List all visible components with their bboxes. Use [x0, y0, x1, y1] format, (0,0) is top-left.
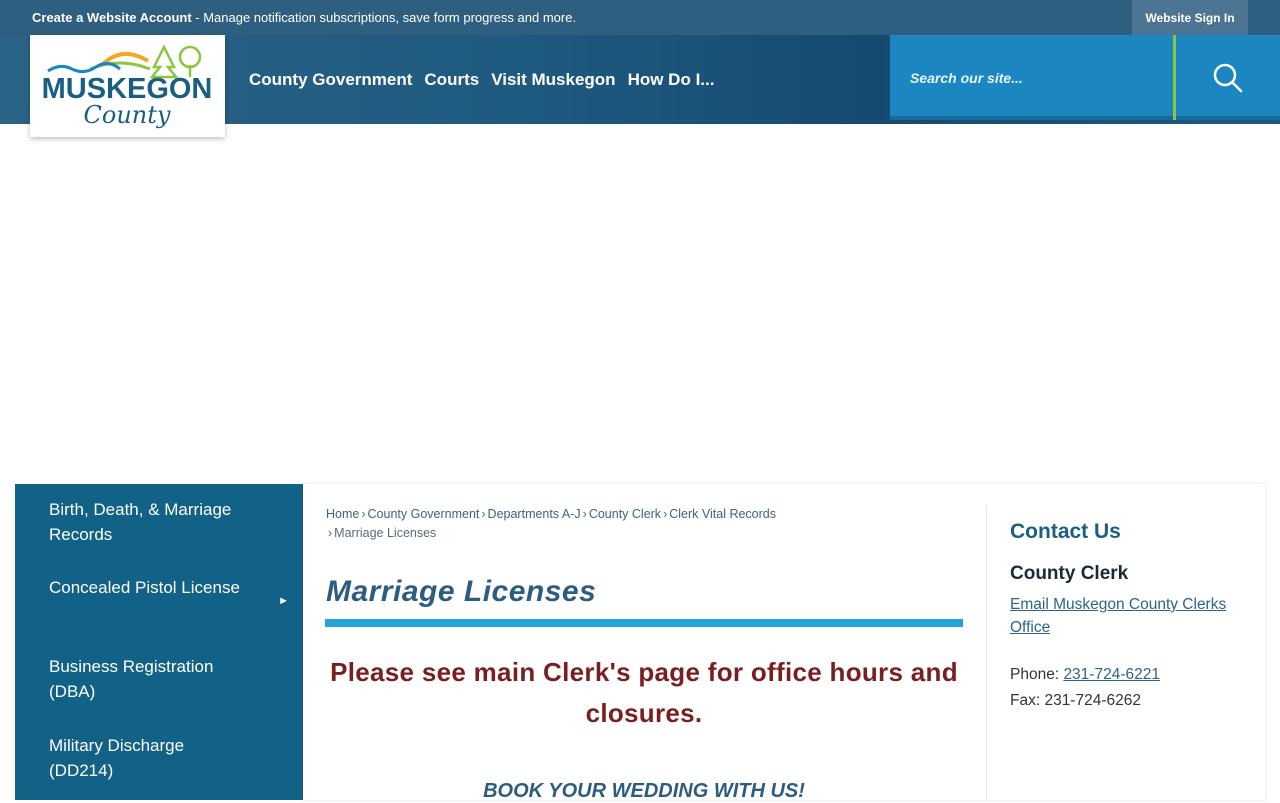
contact-email-link[interactable]: Email Muskegon County Clerks Office	[1010, 593, 1230, 639]
sidebar-item-birth-death-marriage-records[interactable]: Birth, Death, & Marriage Records	[15, 497, 303, 547]
nav-county-government[interactable]: County Government	[249, 70, 412, 90]
breadcrumb-home[interactable]: Home	[326, 507, 359, 521]
breadcrumb-county-clerk[interactable]: County Clerk	[589, 507, 661, 521]
contact-name: County Clerk	[1010, 563, 1129, 584]
breadcrumb-current: Marriage Licenses	[334, 526, 437, 540]
sign-in-button[interactable]: Website Sign In	[1132, 0, 1248, 35]
section-sidebar-menu: Birth, Death, & Marriage Records Conceal…	[15, 484, 303, 800]
search-input[interactable]	[890, 35, 1173, 120]
sidebar-item-label: Concealed Pistol License	[49, 578, 240, 597]
breadcrumb-clerk-vital-records[interactable]: Clerk Vital Records	[669, 507, 776, 521]
nav-courts[interactable]: Courts	[424, 70, 479, 90]
search-bar	[890, 35, 1280, 120]
title-underline	[325, 619, 963, 627]
breadcrumb: Home › County Government › Departments A-J › C…	[326, 505, 846, 543]
contact-heading: Contact Us	[1010, 520, 1121, 543]
muskegon-county-logo-graphic: MUSKEGON County	[42, 44, 212, 129]
breadcrumb-separator: ›	[361, 507, 366, 521]
search-icon	[1213, 63, 1243, 92]
page-title: Marriage Licenses	[326, 575, 597, 608]
main-navigation: County Government Courts Visit Muskegon …	[249, 35, 726, 124]
office-hours-notice: Please see main Clerk's page for office …	[330, 657, 958, 728]
create-account-link[interactable]: Create a Website Account - Manage notifi…	[32, 10, 576, 25]
breadcrumb-separator: ›	[582, 507, 587, 521]
sidebar-item-military-discharge[interactable]: Military Discharge (DD214)	[15, 733, 303, 783]
submenu-arrow-icon[interactable]: ►	[278, 589, 289, 614]
nav-visit-muskegon[interactable]: Visit Muskegon	[491, 70, 615, 90]
breadcrumb-county-government[interactable]: County Government	[368, 507, 480, 521]
contact-fax: Fax: 231-724-6262	[1010, 692, 1141, 709]
breadcrumb-separator: ›	[663, 507, 668, 521]
search-button[interactable]	[1176, 35, 1280, 120]
top-utility-bar: Create a Website Account - Manage notifi…	[0, 0, 1280, 35]
sidebar-item-business-registration[interactable]: Business Registration (DBA)	[15, 654, 303, 704]
nav-how-do-i[interactable]: How Do I...	[628, 70, 715, 90]
breadcrumb-departments[interactable]: Departments A-J	[488, 507, 581, 521]
contact-phone: Phone: 231-724-6221	[1010, 666, 1160, 683]
contact-phone-link[interactable]: 231-724-6221	[1063, 666, 1160, 683]
site-logo[interactable]: MUSKEGON County	[30, 35, 225, 137]
breadcrumb-separator: ›	[481, 507, 486, 521]
sidebar-item-concealed-pistol-license[interactable]: Concealed Pistol License ►	[15, 575, 303, 607]
column-divider	[986, 505, 987, 800]
breadcrumb-separator: ›	[328, 526, 333, 540]
logo-county-script: County	[84, 101, 171, 129]
